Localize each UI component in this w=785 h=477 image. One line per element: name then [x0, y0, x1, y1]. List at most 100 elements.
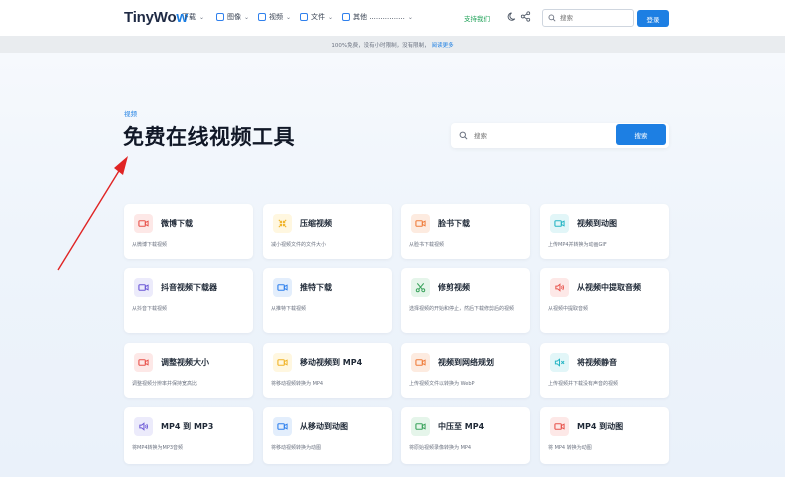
tool-card-description: 将MP4转换为MP3音频	[132, 445, 184, 451]
video-icon	[258, 13, 266, 21]
tool-card-description: 上传视频并下载没有声音的视频	[548, 381, 619, 387]
tool-card[interactable]: 推特下载从推特下载视频	[263, 268, 392, 333]
support-us-link[interactable]: 支持我们	[464, 13, 490, 23]
tool-card-title: 调整视频大小	[161, 358, 209, 367]
tool-card-title: MP4 到动图	[577, 422, 624, 431]
video-icon	[134, 353, 153, 372]
nav-other[interactable]: 其他 ................ ⌄	[342, 12, 413, 22]
tool-card-description: 从脸书下载视频	[409, 242, 445, 248]
mute-icon	[550, 353, 569, 372]
tool-card-description: 将移动视频转换为 MP4	[271, 381, 324, 387]
read-more-link[interactable]: 阅读更多	[432, 41, 454, 49]
page-title: 免费在线视频工具	[123, 125, 295, 149]
tool-card[interactable]: 移动视频到 MP4 将移动视频转换为 MP4	[263, 343, 392, 398]
video-icon	[550, 214, 569, 233]
tool-card[interactable]: 将视频静音上传视频并下载没有声音的视频	[540, 343, 669, 398]
tool-card[interactable]: 微博下载从微博下载视频	[124, 204, 253, 259]
video-icon	[273, 417, 292, 436]
nav-other-label: 其他 ................	[353, 13, 405, 21]
audio-icon	[134, 417, 153, 436]
search-icon	[459, 131, 468, 140]
nav-file[interactable]: 文件 ⌄	[300, 12, 333, 22]
file-icon	[300, 13, 308, 21]
tool-card[interactable]: 修剪视频选择视频的开始和停止，然后下载修剪后的视频	[401, 268, 530, 333]
tool-card[interactable]: 压缩视频减小视频文件的文件大小	[263, 204, 392, 259]
nav-file-label: 文件	[311, 13, 325, 21]
tool-card-title: MP4 到 MP3	[161, 422, 214, 431]
header-search-field[interactable]	[542, 9, 634, 27]
tool-card-title: 抖音视频下载器	[161, 283, 217, 292]
tool-card[interactable]: 抖音视频下载器从抖音下载视频	[124, 268, 253, 333]
nav-download-label: 下载	[182, 13, 196, 21]
tool-card-title: 脸书下载	[438, 219, 470, 228]
top-navbar: TinyWow 下载 ⌄ 图像 ⌄ 视频 ⌄ 文件 ⌄ 其他 .............…	[0, 0, 785, 36]
video-icon	[134, 278, 153, 297]
tool-card-title: 移动视频到 MP4	[300, 358, 363, 367]
tool-card-description: 从抖音下载视频	[132, 306, 168, 312]
tool-card[interactable]: 视频到网络规划上传视频文件以转换为 WebP	[401, 343, 530, 398]
nav-video[interactable]: 视频 ⌄	[258, 12, 291, 22]
tool-card-title: 从移动到动图	[300, 422, 348, 431]
header-search-input[interactable]	[560, 14, 630, 22]
video-icon	[273, 278, 292, 297]
nav-video-label: 视频	[269, 13, 283, 21]
tool-card-title: 中压至 MP4	[438, 422, 485, 431]
tool-search-input[interactable]	[474, 131, 594, 140]
tool-card-title: 从视频中提取音频	[577, 283, 641, 292]
chevron-down-icon: ⌄	[199, 13, 205, 21]
audio-icon	[550, 278, 569, 297]
chevron-down-icon: ⌄	[328, 13, 334, 21]
breadcrumb[interactable]: 视频	[124, 108, 137, 118]
share-icon[interactable]	[520, 11, 531, 22]
tool-card-title: 微博下载	[161, 219, 193, 228]
tool-card[interactable]: 视频到动图上传MP4并转换为动画GIF	[540, 204, 669, 259]
tool-card-description: 从推特下载视频	[271, 306, 307, 312]
video-icon	[273, 353, 292, 372]
tool-card-title: 视频到网络规划	[438, 358, 494, 367]
chevron-down-icon: ⌄	[286, 13, 292, 21]
announcement-bar: 100%免费，没有小时限制，没有限制， 阅读更多	[0, 36, 785, 53]
tool-search-field[interactable]: 搜索	[451, 123, 669, 148]
tool-card-description: 减小视频文件的文件大小	[271, 242, 327, 248]
login-button[interactable]: 登录	[637, 10, 669, 27]
tool-card[interactable]: 从视频中提取音频 从视频中提取音频	[540, 268, 669, 333]
tool-card[interactable]: 从移动到动图将移动视频转换为动图	[263, 407, 392, 464]
video-icon	[411, 353, 430, 372]
nav-image[interactable]: 图像 ⌄	[216, 12, 249, 22]
tool-card-title: 视频到动图	[577, 219, 617, 228]
image-icon	[216, 13, 224, 21]
announcement-text: 100%免费，没有小时限制，没有限制，	[331, 42, 430, 49]
tool-card[interactable]: MP4 到 MP3 将MP4转换为MP3音频	[124, 407, 253, 464]
video-icon	[411, 214, 430, 233]
search-icon	[548, 14, 556, 22]
video-icon	[550, 417, 569, 436]
video-icon	[411, 417, 430, 436]
grid-icon	[342, 13, 350, 21]
scissors-icon	[411, 278, 430, 297]
moon-icon[interactable]	[507, 11, 518, 22]
tool-card[interactable]: 脸书下载从脸书下载视频	[401, 204, 530, 259]
tool-card-description: 从微博下载视频	[132, 242, 168, 248]
tinywow-logo[interactable]: TinyWow	[124, 9, 188, 26]
chevron-down-icon: ⌄	[244, 13, 250, 21]
tool-card-title: 将视频静音	[577, 358, 617, 367]
tool-card[interactable]: 中压至 MP4 将原始视频录像转换为 MP4	[401, 407, 530, 464]
tool-card-title: 压缩视频	[300, 219, 332, 228]
tool-search-button[interactable]: 搜索	[616, 124, 666, 145]
tool-card-description: 上传MP4并转换为动画GIF	[548, 242, 607, 248]
tool-card-description: 将 MP4 转换为动图	[548, 445, 592, 451]
tool-card-description: 上传视频文件以转换为 WebP	[409, 381, 475, 387]
tool-card-title: 推特下载	[300, 283, 332, 292]
nav-download[interactable]: 下载 ⌄	[182, 12, 204, 22]
tool-card-description: 选择视频的开始和停止，然后下载修剪后的视频	[409, 306, 515, 312]
tool-card-description: 调整视频分辨率并保持宽高比	[132, 381, 198, 387]
tool-card-description: 将原始视频录像转换为 MP4	[409, 445, 472, 451]
chevron-down-icon: ⌄	[407, 13, 413, 21]
tool-card[interactable]: 调整视频大小调整视频分辨率并保持宽高比	[124, 343, 253, 398]
compress-icon	[273, 214, 292, 233]
tool-card-description: 将移动视频转换为动图	[271, 445, 322, 451]
tool-card-title: 修剪视频	[438, 283, 470, 292]
nav-image-label: 图像	[227, 13, 241, 21]
tool-card[interactable]: MP4 到动图将 MP4 转换为动图	[540, 407, 669, 464]
video-icon	[134, 214, 153, 233]
